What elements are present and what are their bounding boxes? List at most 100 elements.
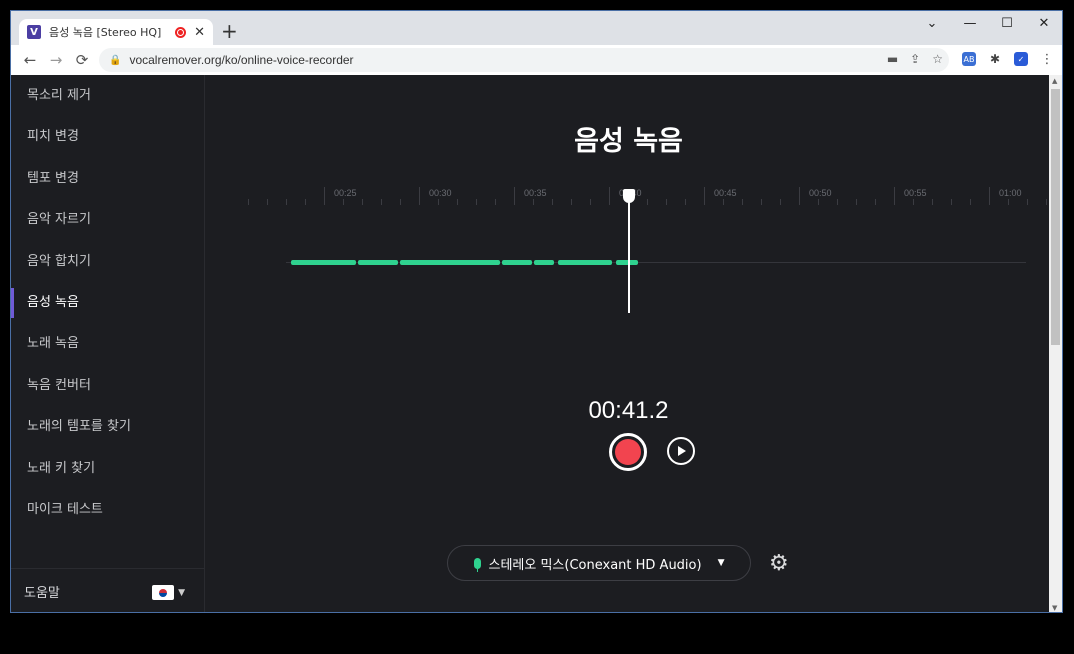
timeline-minor-tick bbox=[590, 199, 591, 205]
new-tab-button[interactable]: + bbox=[221, 21, 238, 41]
tab-title: 음성 녹음 [Stereo HQ] bbox=[49, 26, 162, 39]
timeline-minor-tick bbox=[932, 199, 933, 205]
timeline-minor-tick bbox=[381, 199, 382, 205]
back-button[interactable]: ← bbox=[17, 51, 43, 69]
timeline-major-tick bbox=[514, 187, 515, 205]
forward-button[interactable]: → bbox=[43, 51, 69, 69]
timeline-minor-tick bbox=[305, 199, 306, 205]
site-favicon-icon: V bbox=[27, 25, 41, 39]
waveform-timeline[interactable]: 00:2500:3000:3500:4000:4500:5000:5501:00 bbox=[248, 183, 1047, 313]
sidebar-footer: 도움말 ▼ bbox=[11, 568, 205, 612]
reload-button[interactable]: ⟳ bbox=[69, 51, 95, 69]
timeline-minor-tick bbox=[495, 199, 496, 205]
timeline-minor-tick bbox=[286, 199, 287, 205]
maximize-button[interactable]: ☐ bbox=[992, 16, 1022, 31]
tab-voice-recorder[interactable]: V 음성 녹음 [Stereo HQ] ✕ bbox=[19, 19, 213, 45]
timeline-minor-tick bbox=[267, 199, 268, 205]
page-scrollbar[interactable]: ▲ ▼ bbox=[1049, 75, 1062, 612]
timeline-minor-tick bbox=[457, 199, 458, 205]
timeline-minor-tick bbox=[647, 199, 648, 205]
recorder-panel: 음성 녹음 00:2500:3000:3500:4000:4500:5000:5… bbox=[206, 75, 1051, 612]
play-icon bbox=[678, 446, 686, 456]
extensions-puzzle-icon[interactable]: ✱ bbox=[988, 52, 1002, 66]
sidebar-item[interactable]: 노래의 템포를 찾기 bbox=[11, 406, 204, 447]
input-device-label: 스테레오 믹스(Conexant HD Audio) bbox=[488, 557, 702, 573]
timeline-minor-tick bbox=[533, 199, 534, 205]
timeline-tick-label: 01:00 bbox=[999, 188, 1022, 198]
tab-search-icon[interactable]: ⌄ bbox=[917, 16, 947, 31]
chevron-down-icon: ▼ bbox=[178, 587, 185, 598]
sidebar-item[interactable]: 템포 변경 bbox=[11, 158, 204, 199]
timeline-minor-tick bbox=[780, 199, 781, 205]
microphone-icon bbox=[473, 557, 481, 572]
sidebar-item[interactable]: 음악 합치기 bbox=[11, 241, 204, 282]
lock-icon: 🔒 bbox=[109, 54, 122, 66]
timeline-minor-tick bbox=[438, 199, 439, 205]
browser-menu-icon[interactable]: ⋮ bbox=[1040, 52, 1054, 67]
playhead-handle[interactable] bbox=[623, 189, 635, 203]
shield-extension-icon[interactable]: ✓ bbox=[1014, 52, 1028, 66]
share-icon[interactable]: ⇪ bbox=[910, 52, 920, 66]
sidebar-item[interactable]: 노래 녹음 bbox=[11, 323, 204, 364]
timeline-minor-tick bbox=[248, 199, 249, 205]
window-close-button[interactable]: ✕ bbox=[1029, 16, 1059, 31]
sidebar-item[interactable]: 녹음 컨버터 bbox=[11, 365, 204, 406]
waveform-segment bbox=[558, 260, 612, 265]
settings-gear-icon[interactable]: ⚙ bbox=[769, 553, 789, 575]
page-content: 목소리 제거 피치 변경 템포 변경 음악 자르기 음악 합치기 음성 녹음 노래 녹음 녹음… bbox=[11, 75, 1051, 612]
scrollbar-thumb[interactable] bbox=[1051, 89, 1060, 345]
timeline-minor-tick bbox=[476, 199, 477, 205]
timeline-minor-tick bbox=[685, 199, 686, 205]
timeline-tick-label: 00:45 bbox=[714, 188, 737, 198]
sidebar-item[interactable]: 목소리 제거 bbox=[11, 75, 204, 116]
timeline-minor-tick bbox=[875, 199, 876, 205]
timeline-minor-tick bbox=[400, 199, 401, 205]
address-bar[interactable]: 🔒 vocalremover.org/ko/online-voice-recor… bbox=[99, 48, 949, 72]
timeline-major-tick bbox=[799, 187, 800, 205]
timeline-minor-tick bbox=[856, 199, 857, 205]
language-selector[interactable]: ▼ bbox=[152, 585, 185, 600]
timeline-major-tick bbox=[894, 187, 895, 205]
scroll-down-icon[interactable]: ▼ bbox=[1052, 604, 1057, 612]
waveform-segment bbox=[400, 260, 500, 265]
timeline-minor-tick bbox=[913, 199, 914, 205]
timeline-minor-tick bbox=[723, 199, 724, 205]
timeline-minor-tick bbox=[742, 199, 743, 205]
url-text: vocalremover.org/ko/online-voice-recorde… bbox=[129, 53, 354, 67]
timeline-major-tick bbox=[704, 187, 705, 205]
camera-icon[interactable]: ▬ bbox=[887, 52, 898, 66]
bookmark-star-icon[interactable]: ☆ bbox=[932, 52, 943, 66]
elapsed-time: 00:41.2 bbox=[588, 397, 669, 424]
sidebar-item[interactable]: 음성 녹음 bbox=[11, 282, 204, 323]
input-device-select[interactable]: 스테레오 믹스(Conexant HD Audio) ▼ bbox=[447, 545, 751, 581]
timeline-minor-tick bbox=[1008, 199, 1009, 205]
timeline-major-tick bbox=[419, 187, 420, 205]
record-button[interactable] bbox=[609, 433, 647, 471]
scroll-up-icon[interactable]: ▲ bbox=[1052, 77, 1057, 85]
tab-close-icon[interactable]: ✕ bbox=[194, 25, 205, 40]
sidebar-item[interactable]: 마이크 테스트 bbox=[11, 489, 204, 530]
waveform-segment bbox=[616, 260, 638, 265]
waveform-segment bbox=[291, 260, 356, 265]
sidebar-item[interactable]: 음악 자르기 bbox=[11, 199, 204, 240]
waveform-segment bbox=[358, 260, 398, 265]
timeline-minor-tick bbox=[951, 199, 952, 205]
playhead[interactable] bbox=[628, 193, 630, 313]
sidebar-list: 목소리 제거 피치 변경 템포 변경 음악 자르기 음악 합치기 음성 녹음 노래 녹음 녹음… bbox=[11, 75, 204, 530]
help-link[interactable]: 도움말 bbox=[24, 582, 60, 601]
timeline-minor-tick bbox=[1027, 199, 1028, 205]
sidebar-item[interactable]: 노래 키 찾기 bbox=[11, 448, 204, 489]
minimize-button[interactable]: — bbox=[955, 16, 985, 31]
timeline-minor-tick bbox=[666, 199, 667, 205]
timeline-minor-tick bbox=[343, 199, 344, 205]
play-button[interactable] bbox=[667, 437, 695, 465]
timeline-tick-label: 00:35 bbox=[524, 188, 547, 198]
timeline-minor-tick bbox=[1046, 199, 1047, 205]
timeline-major-tick bbox=[989, 187, 990, 205]
timeline-minor-tick bbox=[552, 199, 553, 205]
sidebar-item[interactable]: 피치 변경 bbox=[11, 116, 204, 157]
sidebar: 목소리 제거 피치 변경 템포 변경 음악 자르기 음악 합치기 음성 녹음 노래 녹음 녹음… bbox=[11, 75, 205, 612]
adblock-extension-icon[interactable]: AB bbox=[962, 52, 976, 66]
browser-toolbar: ← → ⟳ 🔒 vocalremover.org/ko/online-voice… bbox=[11, 45, 1062, 75]
page-title: 음성 녹음 bbox=[574, 126, 683, 157]
